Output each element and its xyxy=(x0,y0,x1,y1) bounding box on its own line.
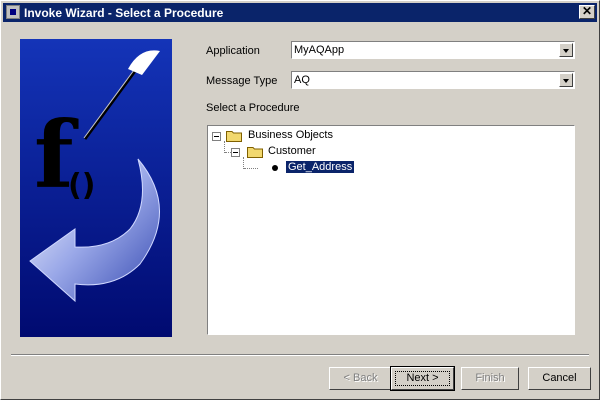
window-title: Invoke Wizard - Select a Procedure xyxy=(24,6,224,20)
app-icon xyxy=(6,5,20,19)
tree-node-label: Customer xyxy=(268,145,316,157)
chevron-down-icon[interactable] xyxy=(559,43,573,57)
folder-icon xyxy=(247,147,263,158)
close-button[interactable]: ✕ xyxy=(579,5,595,19)
wizard-window: Invoke Wizard - Select a Procedure ✕ f (… xyxy=(0,0,600,400)
procedure-icon xyxy=(272,165,278,171)
function-parens-glyph: () xyxy=(68,168,96,203)
divider xyxy=(11,355,589,356)
tree-node-label: Business Objects xyxy=(248,129,333,141)
close-icon: ✕ xyxy=(581,4,593,18)
next-button[interactable]: Next > xyxy=(390,366,455,391)
collapse-icon[interactable] xyxy=(212,132,221,141)
back-button[interactable]: < Back xyxy=(329,367,392,390)
message-type-label: Message Type xyxy=(206,75,278,87)
procedure-tree[interactable]: Business Objects Customer Get_Address xyxy=(207,125,575,335)
tree-connector xyxy=(244,168,258,169)
message-type-value: AQ xyxy=(294,74,310,86)
tree-node-label: Get_Address xyxy=(286,161,355,173)
focus-rect xyxy=(395,371,450,386)
application-select[interactable]: MyAQApp xyxy=(291,41,575,59)
application-value: MyAQApp xyxy=(294,44,345,56)
chevron-down-icon[interactable] xyxy=(559,73,573,87)
message-type-select[interactable]: AQ xyxy=(291,71,575,89)
application-label: Application xyxy=(206,45,260,57)
select-procedure-label: Select a Procedure xyxy=(206,102,300,114)
finish-button[interactable]: Finish xyxy=(461,367,519,390)
cancel-button[interactable]: Cancel xyxy=(528,367,591,390)
collapse-icon[interactable] xyxy=(231,148,240,157)
title-bar[interactable]: Invoke Wizard - Select a Procedure ✕ xyxy=(3,3,597,22)
wizard-illustration: f () xyxy=(20,39,172,337)
folder-icon xyxy=(226,131,242,142)
